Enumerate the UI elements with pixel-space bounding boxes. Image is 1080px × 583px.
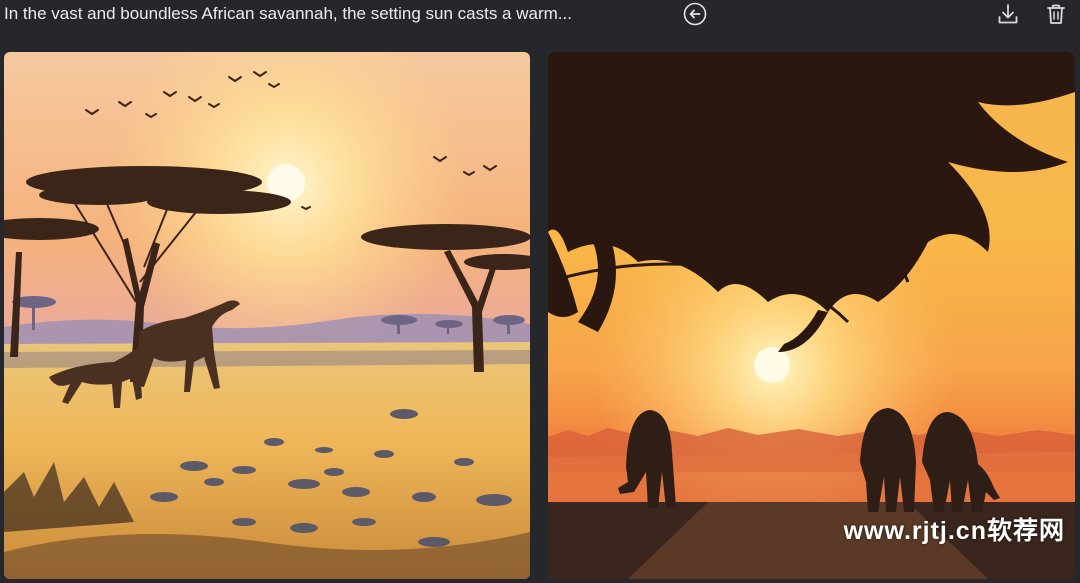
arrow-left-circle-icon (683, 2, 707, 26)
back-button[interactable] (682, 1, 708, 27)
toolbar: In the vast and boundless African savann… (0, 0, 1080, 36)
illustration-savannah-image (4, 52, 530, 579)
delete-button[interactable] (1043, 1, 1069, 27)
download-icon (996, 2, 1020, 26)
watermark-text: www.rjtj.cn软荐网 (843, 517, 1065, 545)
download-button[interactable] (995, 1, 1021, 27)
prompt-text[interactable]: In the vast and boundless African savann… (4, 3, 664, 25)
photo-savannah-image (548, 52, 1075, 579)
generated-image-1[interactable] (4, 52, 530, 579)
trash-icon (1044, 2, 1068, 26)
generated-image-2[interactable]: www.rjtj.cn软荐网 (548, 52, 1075, 579)
